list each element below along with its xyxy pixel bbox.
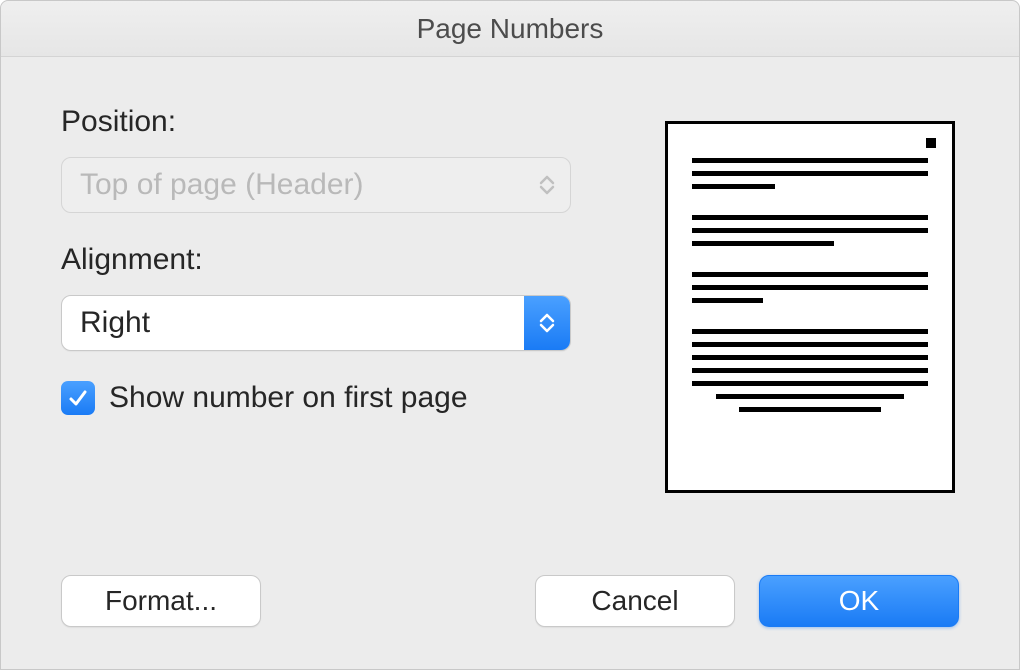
alignment-select-wrapper: Right <box>61 295 571 351</box>
format-button[interactable]: Format... <box>61 575 261 627</box>
first-page-checkbox-label: Show number on first page <box>109 381 468 415</box>
position-label: Position: <box>61 105 571 139</box>
ok-button[interactable]: OK <box>759 575 959 627</box>
page-numbers-dialog: Page Numbers Position: Top of page (Head… <box>0 0 1020 670</box>
dialog-title: Page Numbers <box>417 13 604 45</box>
alignment-select[interactable]: Right <box>61 295 571 351</box>
first-page-checkbox-row: Show number on first page <box>61 381 571 415</box>
position-select-wrapper: Top of page (Header) <box>61 157 571 213</box>
first-page-checkbox[interactable] <box>61 381 95 415</box>
preview-page-number-marker <box>926 138 936 148</box>
preview-text-lines <box>692 158 928 412</box>
button-row: Format... Cancel OK <box>61 575 959 627</box>
checkmark-icon <box>67 387 89 409</box>
form-area: Position: Top of page (Header) Alignment… <box>61 105 571 415</box>
updown-icon <box>524 158 570 212</box>
position-select: Top of page (Header) <box>61 157 571 213</box>
position-value: Top of page (Header) <box>80 168 364 202</box>
cancel-button[interactable]: Cancel <box>535 575 735 627</box>
alignment-label: Alignment: <box>61 243 571 277</box>
titlebar: Page Numbers <box>1 1 1019 57</box>
updown-icon[interactable] <box>524 296 570 350</box>
page-preview <box>665 121 955 493</box>
alignment-value: Right <box>80 306 150 340</box>
dialog-content: Position: Top of page (Header) Alignment… <box>1 57 1019 669</box>
